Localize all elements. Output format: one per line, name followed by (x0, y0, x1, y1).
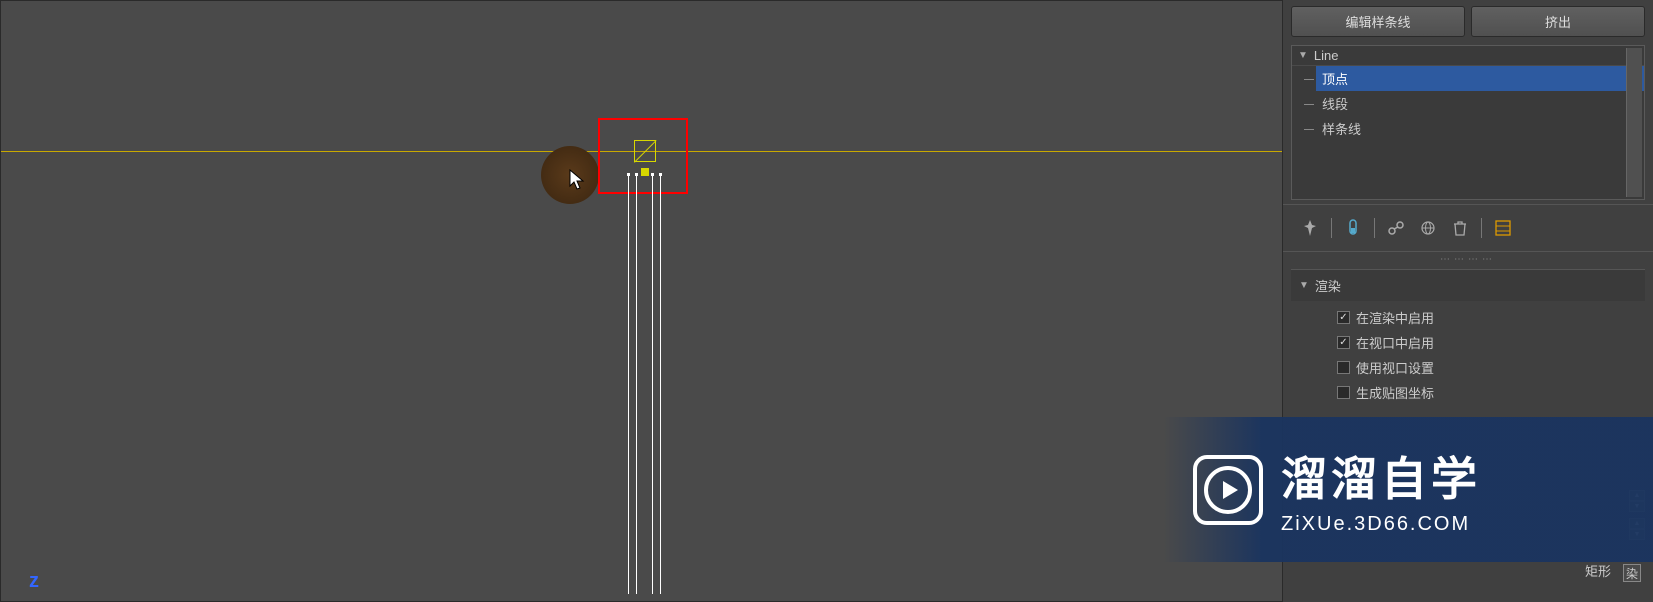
option-use-viewport-settings[interactable]: 使用视口设置 (1299, 355, 1637, 380)
option-label: 在视口中启用 (1356, 333, 1434, 352)
globe-icon[interactable] (1417, 217, 1439, 239)
stack-root-item[interactable]: ▼ Line (1292, 46, 1644, 66)
checkbox-icon[interactable] (1337, 311, 1350, 324)
scrollbar[interactable] (1626, 48, 1642, 197)
spline-edge[interactable] (628, 174, 629, 594)
watermark-logo (1193, 455, 1263, 525)
checkbox-icon[interactable] (1337, 386, 1350, 399)
watermark-url: ZiXUe.3D66.COM (1281, 513, 1481, 536)
watermark-title: 溜溜自学 (1281, 443, 1481, 509)
rollout-header[interactable]: ▼ 渲染 (1291, 270, 1645, 301)
spline-edge[interactable] (660, 174, 661, 594)
edit-spline-button[interactable]: 编辑样条线 (1291, 6, 1465, 37)
video-watermark: 溜溜自学 ZiXUe.3D66.COM (1163, 417, 1653, 562)
configure-icon[interactable] (1492, 217, 1514, 239)
show-end-result-icon[interactable] (1385, 217, 1407, 239)
checkbox-icon[interactable] (1337, 336, 1350, 349)
panel-expand-button[interactable]: 染 (1623, 564, 1641, 582)
subobject-vertex[interactable]: 顶点 (1316, 66, 1644, 91)
subobject-label: 线段 (1322, 94, 1348, 113)
subobject-label: 样条线 (1322, 119, 1361, 138)
extrude-button[interactable]: 挤出 (1471, 6, 1645, 37)
subobject-spline[interactable]: 样条线 (1316, 116, 1644, 141)
option-enable-in-render[interactable]: 在渲染中启用 (1299, 305, 1637, 330)
modifier-stack[interactable]: ▼ Line 顶点 线段 样条线 (1291, 45, 1645, 200)
rollout-title: 渲染 (1315, 276, 1341, 295)
selected-vertex[interactable] (641, 168, 649, 176)
checkbox-icon[interactable] (1337, 361, 1350, 374)
option-label: 使用视口设置 (1356, 358, 1434, 377)
subobject-label: 顶点 (1322, 69, 1348, 88)
option-label: 生成贴图坐标 (1356, 383, 1434, 402)
viewport-3d[interactable]: z (0, 0, 1283, 602)
separator (1481, 218, 1482, 238)
spline-edge[interactable] (652, 174, 653, 594)
separator (1374, 218, 1375, 238)
chevron-down-icon: ▼ (1298, 50, 1308, 61)
panel-grip[interactable]: ⋯⋯⋯⋯ (1283, 252, 1653, 267)
subobject-segment[interactable]: 线段 (1316, 91, 1644, 116)
separator (1331, 218, 1332, 238)
stack-root-label: Line (1314, 48, 1339, 63)
trash-icon[interactable] (1449, 217, 1471, 239)
spline-edge[interactable] (636, 174, 637, 594)
pin-icon[interactable] (1299, 217, 1321, 239)
shape-type-label: 矩形 (1585, 561, 1611, 580)
stack-toolbar (1283, 204, 1653, 252)
test-tube-icon[interactable] (1342, 217, 1364, 239)
option-label: 在渲染中启用 (1356, 308, 1434, 327)
option-enable-in-viewport[interactable]: 在视口中启用 (1299, 330, 1637, 355)
axis-indicator-z: z (29, 570, 39, 593)
chevron-down-icon: ▼ (1299, 280, 1309, 291)
option-generate-mapping-coords[interactable]: 生成贴图坐标 (1299, 380, 1637, 405)
click-highlight-circle (541, 146, 599, 204)
rollout-rendering: ▼ 渲染 在渲染中启用 在视口中启用 使用视口设置 生成贴图坐标 (1291, 269, 1645, 409)
